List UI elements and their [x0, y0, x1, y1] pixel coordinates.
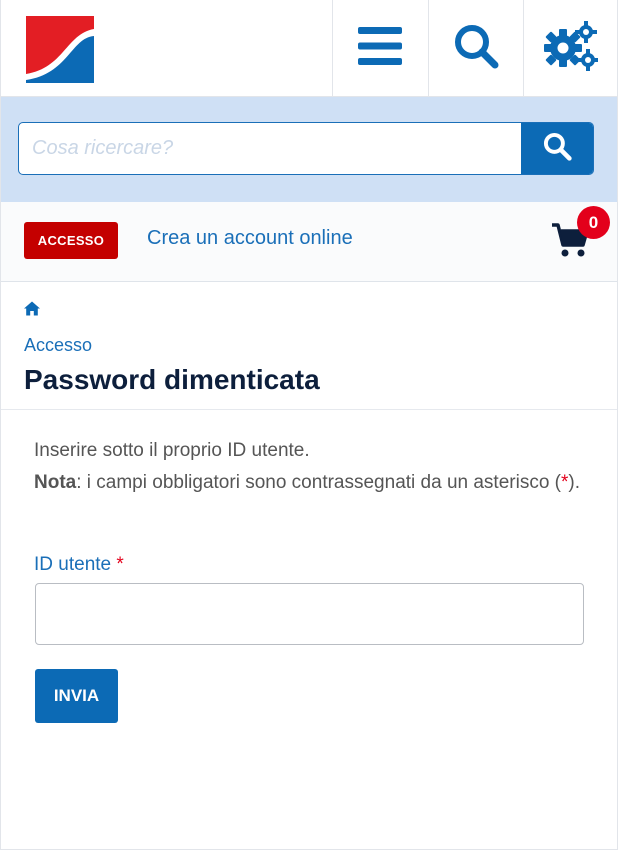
cart-icon — [551, 223, 589, 262]
search-submit-button[interactable] — [521, 123, 593, 174]
breadcrumb-item-accesso[interactable]: Accesso — [24, 335, 92, 356]
create-account-link[interactable]: Crea un account online — [147, 227, 353, 250]
userid-label-text: ID utente — [34, 554, 112, 575]
search-box — [18, 122, 594, 175]
intro-text: Inserire sotto il proprio ID utente. — [34, 440, 310, 461]
divider — [1, 409, 617, 410]
settings-button[interactable] — [523, 0, 617, 96]
login-button[interactable]: ACCESSO — [24, 222, 118, 259]
userid-input[interactable] — [35, 583, 584, 645]
brand-logo-icon[interactable] — [26, 16, 94, 83]
search-icon — [542, 131, 572, 166]
search-bar-section — [1, 97, 617, 202]
search-icon — [453, 23, 499, 74]
gears-icon — [543, 20, 598, 76]
search-input[interactable] — [19, 123, 522, 174]
userid-label: ID utente * — [34, 554, 124, 576]
cart-count-badge: 0 — [577, 206, 610, 239]
note-text-after: ). — [568, 472, 581, 493]
account-bar: ACCESSO Crea un account online — [1, 202, 617, 282]
note-label: Nota — [34, 472, 77, 493]
header-search-button[interactable] — [428, 0, 523, 96]
menu-button[interactable] — [332, 0, 427, 96]
required-note: Nota: i campi obbligatori sono contrasse… — [34, 467, 594, 499]
hamburger-menu-icon — [358, 26, 402, 70]
submit-button[interactable]: INVIA — [35, 669, 118, 723]
form-instructions: Inserire sotto il proprio ID utente. Not… — [34, 435, 594, 499]
home-icon[interactable] — [24, 301, 40, 321]
page-title: Password dimenticata — [24, 364, 320, 395]
note-text-before: : i campi obbligatori sono contrassegnat… — [76, 472, 561, 493]
site-header — [1, 0, 617, 97]
page: ACCESSO Crea un account online 0 Accesso… — [0, 0, 618, 850]
required-asterisk: * — [116, 554, 124, 575]
